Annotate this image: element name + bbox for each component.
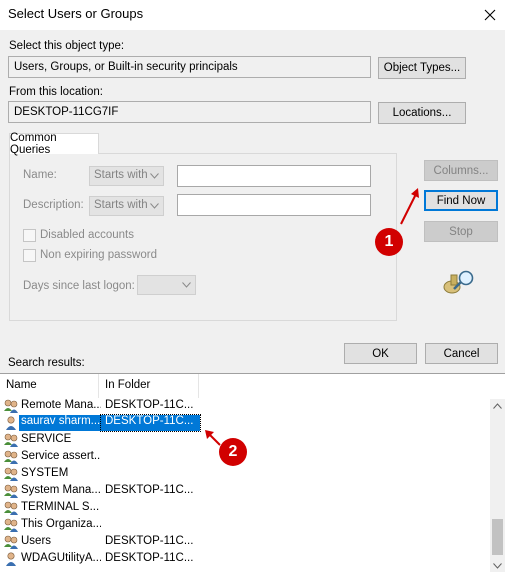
column-header-in-folder[interactable]: In Folder: [99, 374, 199, 398]
stop-button[interactable]: Stop: [424, 221, 498, 242]
scrollbar-thumb[interactable]: [492, 519, 503, 555]
group-icon: [4, 501, 18, 515]
chevron-down-icon: [147, 169, 161, 183]
annotation-marker-2: 2: [219, 438, 247, 466]
description-mode-select[interactable]: Starts with: [89, 196, 164, 216]
group-icon: [4, 535, 18, 549]
description-mode-value: Starts with: [94, 199, 148, 211]
location-label: From this location:: [9, 86, 103, 98]
scroll-up-icon[interactable]: [493, 403, 502, 409]
result-name: SERVICE: [21, 433, 72, 445]
result-name: This Organiza...: [21, 518, 101, 530]
result-name: Service assert...: [21, 450, 101, 462]
result-name: Remote Mana...: [21, 399, 101, 411]
result-row[interactable]: TERMINAL S...: [0, 500, 490, 517]
window-title: Select Users or Groups: [8, 6, 144, 21]
description-input[interactable]: [177, 194, 371, 216]
group-icon: [4, 433, 18, 447]
non-expiring-checkbox[interactable]: [23, 249, 36, 262]
result-folder: DESKTOP-11C...: [105, 535, 194, 547]
find-now-button[interactable]: Find Now: [424, 190, 498, 211]
object-types-button[interactable]: Object Types...: [378, 57, 466, 79]
close-icon: [484, 9, 496, 21]
result-row[interactable]: WDAGUtilityA... DESKTOP-11C...: [0, 551, 490, 568]
result-folder: DESKTOP-11C...: [105, 552, 194, 564]
ok-button[interactable]: OK: [344, 343, 417, 364]
title-bar: Select Users or Groups: [0, 0, 505, 30]
disabled-accounts-label: Disabled accounts: [40, 229, 134, 241]
chevron-down-icon: [147, 199, 161, 213]
name-mode-select[interactable]: Starts with: [89, 166, 164, 186]
days-since-logon-select[interactable]: [137, 275, 196, 295]
object-type-field: Users, Groups, or Built-in security prin…: [8, 56, 371, 78]
name-input[interactable]: [177, 165, 371, 187]
disabled-accounts-checkbox[interactable]: [23, 229, 36, 242]
non-expiring-label: Non expiring password: [40, 249, 157, 261]
column-header-name[interactable]: Name: [0, 374, 99, 398]
result-folder: DESKTOP-11C...: [105, 399, 194, 411]
result-row[interactable]: Users DESKTOP-11C...: [0, 534, 490, 551]
locations-button[interactable]: Locations...: [378, 102, 466, 124]
result-folder: DESKTOP-11C...: [100, 414, 201, 432]
group-icon: [4, 518, 18, 532]
location-field: DESKTOP-11CG7IF: [8, 101, 371, 123]
result-row[interactable]: Remote Mana... DESKTOP-11C...: [0, 398, 490, 415]
annotation-marker-1: 1: [375, 228, 403, 256]
search-results-list[interactable]: Name In Folder Remote Mana... DESKTOP-11C…: [0, 373, 505, 572]
arrow-icon: [400, 188, 419, 225]
result-name: saurav sharm...: [19, 415, 101, 431]
result-row[interactable]: SYSTEM: [0, 466, 490, 483]
close-button[interactable]: [475, 0, 505, 30]
columns-button[interactable]: Columns...: [424, 160, 498, 181]
tab-common-queries[interactable]: Common Queries: [9, 132, 99, 156]
result-folder: DESKTOP-11C...: [105, 484, 194, 496]
result-name: SYSTEM: [21, 467, 69, 479]
days-since-logon-label: Days since last logon:: [23, 280, 135, 292]
group-icon: [4, 450, 18, 464]
result-row[interactable]: saurav sharm... DESKTOP-11C...: [0, 414, 490, 432]
search-users-icon: [443, 270, 474, 294]
scroll-down-icon[interactable]: [493, 563, 502, 569]
group-icon: [4, 467, 18, 481]
user-icon: [6, 416, 16, 430]
name-label: Name:: [23, 169, 57, 181]
group-icon: [4, 399, 18, 413]
search-results-label: Search results:: [8, 357, 85, 369]
result-name: System Mana...: [21, 484, 101, 496]
description-label: Description:: [23, 199, 84, 211]
cancel-button[interactable]: Cancel: [425, 343, 498, 364]
select-users-dialog: Select Users or Groups Select this objec…: [0, 0, 505, 572]
name-mode-value: Starts with: [94, 169, 148, 181]
object-type-label: Select this object type:: [9, 40, 125, 52]
group-icon: [4, 484, 18, 498]
result-row[interactable]: This Organiza...: [0, 517, 490, 534]
result-name: Users: [21, 535, 52, 547]
result-name: TERMINAL S...: [21, 501, 100, 513]
result-row[interactable]: System Mana... DESKTOP-11C...: [0, 483, 490, 500]
chevron-down-icon: [179, 278, 193, 292]
result-name: WDAGUtilityA...: [21, 552, 101, 564]
user-icon: [6, 552, 16, 566]
